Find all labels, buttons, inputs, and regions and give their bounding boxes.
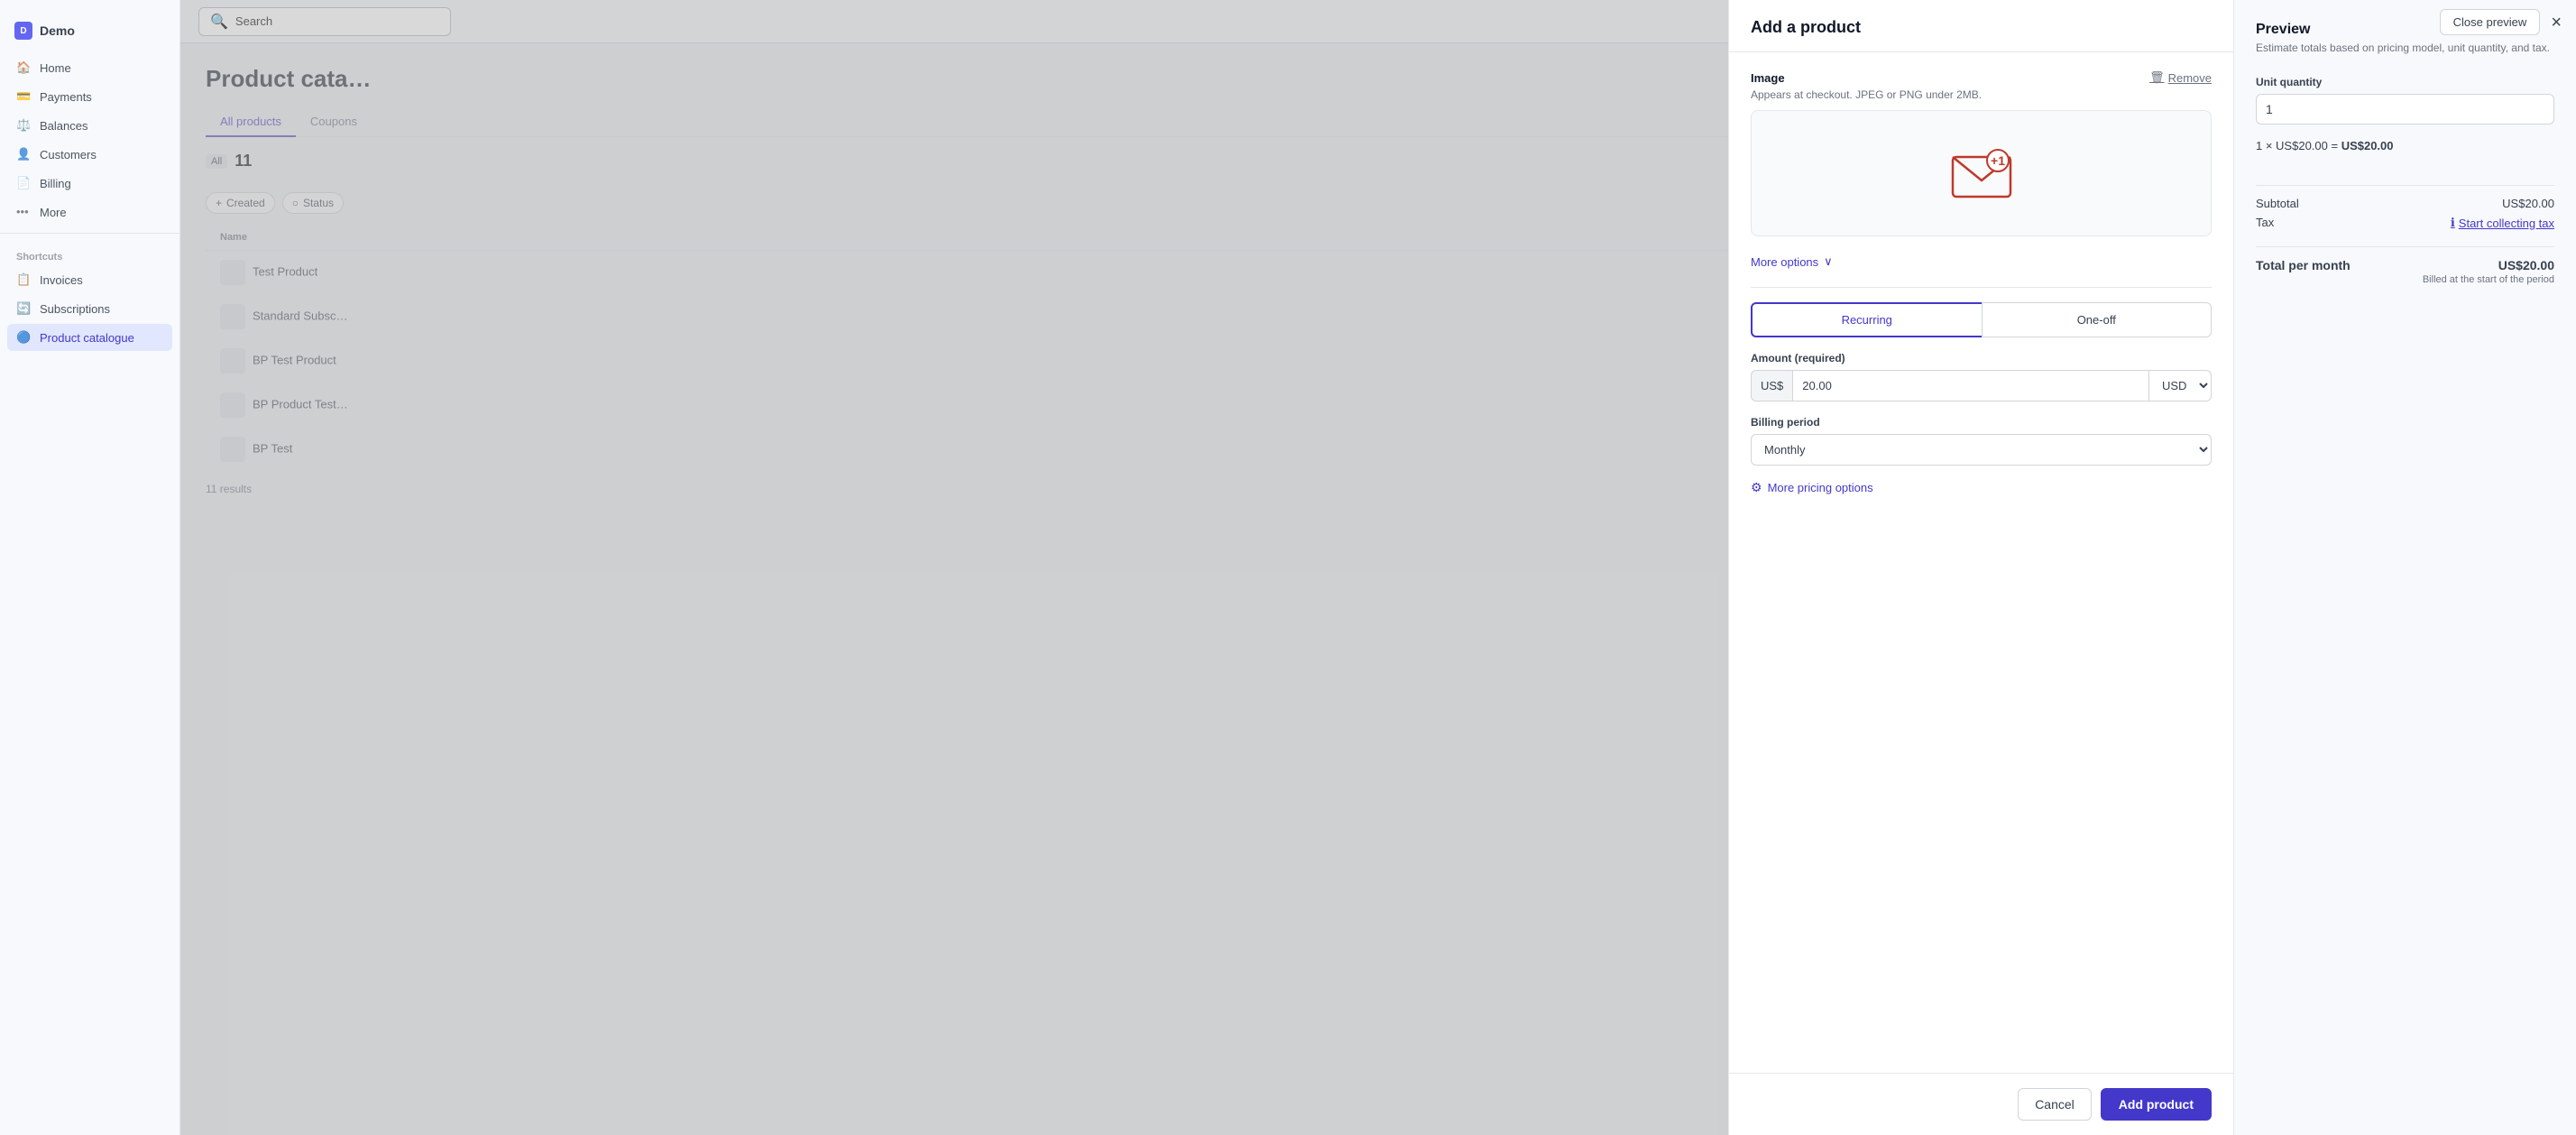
remove-image-button[interactable]: 🗑 Remove: [2149, 70, 2212, 85]
sidebar-item-subscriptions-label: Subscriptions: [40, 302, 110, 316]
sidebar-item-billing[interactable]: 📄 Billing: [7, 170, 172, 197]
billing-period-group: Billing period Monthly Yearly Weekly: [1751, 416, 2212, 466]
main-area: 🔍 Product cata… All products Coupons All…: [180, 0, 2576, 1135]
image-preview: +1: [1751, 110, 2212, 236]
preview-divider: [2256, 185, 2554, 186]
sidebar-item-customers-label: Customers: [40, 148, 97, 161]
envelope-svg: +1: [1946, 137, 2018, 209]
sidebar-item-home[interactable]: 🏠 Home: [7, 54, 172, 81]
balances-icon: ⚖️: [16, 118, 31, 133]
calc-text: 1 × US$20.00 =: [2256, 139, 2341, 152]
modal-title: Add a product: [1751, 18, 2212, 37]
modal-panel: Add a product Image 🗑 Remove Appears at …: [1728, 0, 2233, 1135]
image-section: Image 🗑 Remove Appears at checkout. JPEG…: [1751, 70, 2212, 236]
chevron-down-icon: ∨: [1824, 254, 1833, 269]
svg-text:+1: +1: [1991, 153, 2005, 168]
invoices-icon: 📋: [16, 272, 31, 287]
image-section-header: Image 🗑 Remove: [1751, 70, 2212, 85]
sidebar-item-invoices[interactable]: 📋 Invoices: [7, 266, 172, 293]
sidebar-item-balances-label: Balances: [40, 119, 87, 133]
sidebar-item-product-catalogue[interactable]: 🔵 Product catalogue: [7, 324, 172, 351]
amount-input[interactable]: [1792, 370, 2148, 401]
subtotal-value: US$20.00: [2502, 197, 2554, 210]
more-pricing-label: More pricing options: [1768, 481, 1873, 494]
currency-select[interactable]: USD EUR GBP: [2148, 370, 2212, 401]
preview-panel: Preview Estimate totals based on pricing…: [2233, 0, 2576, 1135]
product-catalogue-icon: 🔵: [16, 330, 31, 345]
billed-note: Billed at the start of the period: [2256, 274, 2554, 285]
overlay-backdrop[interactable]: [180, 0, 1728, 1135]
close-preview-button[interactable]: Close preview: [2440, 9, 2541, 35]
sidebar-item-product-catalogue-label: Product catalogue: [40, 331, 134, 345]
pricing-tab-recurring[interactable]: Recurring: [1751, 302, 1982, 337]
unit-quantity-input[interactable]: [2256, 94, 2554, 125]
close-x-button[interactable]: ×: [2551, 14, 2562, 32]
sidebar-item-payments[interactable]: 💳 Payments: [7, 83, 172, 110]
total-label: Total per month: [2256, 258, 2351, 272]
home-icon: 🏠: [16, 60, 31, 75]
billing-icon: 📄: [16, 176, 31, 190]
preview-calc: 1 × US$20.00 = US$20.00: [2256, 139, 2554, 152]
logo-icon: D: [14, 22, 32, 40]
sidebar-item-home-label: Home: [40, 61, 71, 75]
sidebar-item-customers[interactable]: 👤 Customers: [7, 141, 172, 168]
app-logo: D Demo: [0, 14, 179, 54]
more-pricing-button[interactable]: ⚙ More pricing options: [1751, 480, 1873, 495]
image-label: Image: [1751, 71, 1785, 85]
total-value: US$20.00: [2498, 258, 2554, 272]
amount-label: Amount (required): [1751, 352, 2212, 364]
shortcuts-label: Shortcuts: [0, 241, 179, 266]
more-icon: •••: [16, 205, 31, 219]
sidebar-item-billing-label: Billing: [40, 177, 71, 190]
top-close-bar: Close preview ×: [2425, 0, 2576, 44]
remove-label: Remove: [2168, 71, 2212, 85]
app-name: Demo: [40, 23, 75, 38]
subtotal-row: Subtotal US$20.00: [2256, 197, 2554, 210]
more-options-button[interactable]: More options ∨: [1751, 254, 1833, 269]
sidebar-nav: 🏠 Home 💳 Payments ⚖️ Balances 👤 Customer…: [0, 54, 179, 226]
amount-row: US$ USD EUR GBP: [1751, 370, 2212, 401]
subtotal-label: Subtotal: [2256, 197, 2299, 210]
total-row: Total per month US$20.00: [2256, 258, 2554, 272]
billing-period-label: Billing period: [1751, 416, 2212, 429]
preview-divider-2: [2256, 246, 2554, 247]
tax-link-text: Start collecting tax: [2459, 217, 2554, 230]
gear-icon: ⚙: [1751, 480, 1762, 495]
more-options-label: More options: [1751, 255, 1818, 269]
sidebar-item-invoices-label: Invoices: [40, 273, 83, 287]
unit-quantity-label: Unit quantity: [2256, 76, 2554, 88]
pricing-tabs: Recurring One-off: [1751, 302, 2212, 337]
pricing-tab-oneoff[interactable]: One-off: [1982, 302, 2213, 337]
start-collecting-tax-link[interactable]: ℹ Start collecting tax: [2451, 216, 2554, 230]
section-divider: [1751, 287, 2212, 288]
calc-result: US$20.00: [2341, 139, 2394, 152]
sidebar-item-more-label: More: [40, 206, 67, 219]
modal-footer: Cancel Add product: [1729, 1073, 2233, 1135]
modal-body: Image 🗑 Remove Appears at checkout. JPEG…: [1729, 52, 2233, 1073]
subscriptions-icon: 🔄: [16, 301, 31, 316]
customers-icon: 👤: [16, 147, 31, 161]
sidebar-item-balances[interactable]: ⚖️ Balances: [7, 112, 172, 139]
modal-header: Add a product: [1729, 0, 2233, 52]
sidebar-item-more[interactable]: ••• More: [7, 198, 172, 226]
trash-icon: 🗑: [2149, 70, 2165, 85]
modal-overlay: Add a product Image 🗑 Remove Appears at …: [180, 0, 2576, 1135]
amount-group: Amount (required) US$ USD EUR GBP: [1751, 352, 2212, 401]
tax-row: Tax ℹ Start collecting tax: [2256, 216, 2554, 230]
add-product-button[interactable]: Add product: [2101, 1088, 2212, 1121]
info-icon: ℹ: [2451, 216, 2455, 230]
sidebar-item-subscriptions[interactable]: 🔄 Subscriptions: [7, 295, 172, 322]
cancel-button[interactable]: Cancel: [2018, 1088, 2092, 1121]
billing-period-select[interactable]: Monthly Yearly Weekly: [1751, 434, 2212, 466]
image-hint: Appears at checkout. JPEG or PNG under 2…: [1751, 88, 2212, 101]
sidebar: D Demo 🏠 Home 💳 Payments ⚖️ Balances 👤 C…: [0, 0, 180, 1135]
currency-prefix: US$: [1751, 370, 1792, 401]
sidebar-item-payments-label: Payments: [40, 90, 92, 104]
tax-label: Tax: [2256, 216, 2274, 230]
payments-icon: 💳: [16, 89, 31, 104]
shortcuts-nav: 📋 Invoices 🔄 Subscriptions 🔵 Product cat…: [0, 266, 179, 351]
